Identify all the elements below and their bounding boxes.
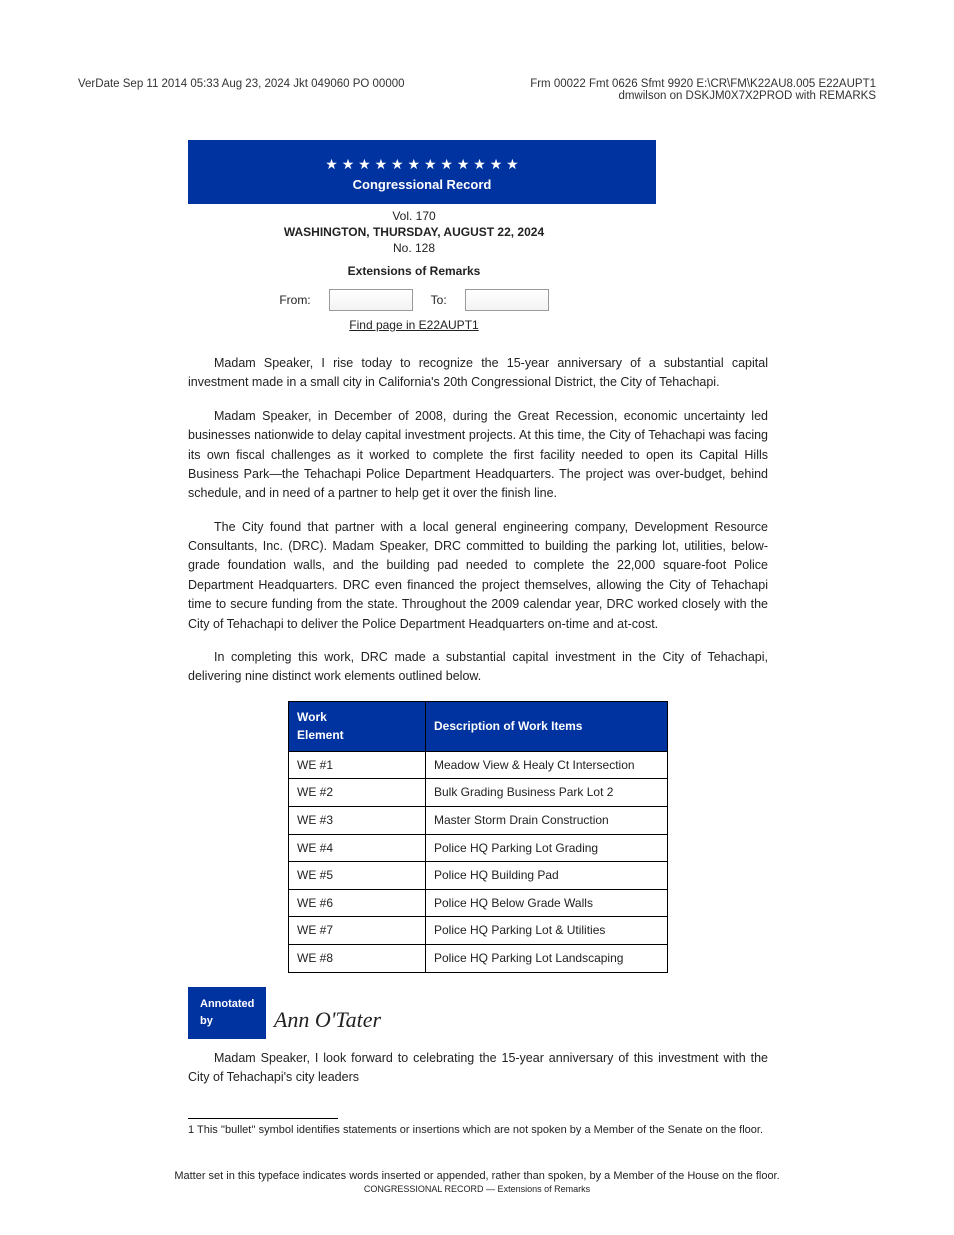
paragraph-2: Madam Speaker, in December of 2008, duri… — [188, 407, 768, 504]
table-row: WE #2Bulk Grading Business Park Lot 2 — [289, 779, 668, 807]
from-label: From: — [279, 292, 310, 308]
banner-title: Congressional Record — [196, 177, 648, 192]
footnote-text: This ''bullet'' symbol identifies statem… — [197, 1124, 763, 1136]
subheader: Vol. 170 WASHINGTON, THURSDAY, AUGUST 22… — [188, 208, 640, 333]
closing-paragraph: Madam Speaker, I look forward to celebra… — [188, 1049, 768, 1088]
issue-number: No. 128 — [188, 240, 640, 256]
th-description: Description of Work Items — [426, 701, 668, 751]
running-header-left: VerDate Sep 11 2014 05:33 Aug 23, 2024 J… — [78, 78, 405, 102]
footer-line-1: Matter set in this typeface indicates wo… — [174, 1170, 779, 1182]
annotation-label: Annotatedby — [188, 987, 266, 1039]
footnote-marker: 1 — [188, 1124, 194, 1136]
annotation-signature: Ann O'Tater — [274, 1003, 381, 1037]
running-header-right-1: Frm 00022 Fmt 0626 Sfmt 9920 E:\CR\FM\K2… — [530, 78, 876, 90]
to-input[interactable] — [465, 289, 549, 311]
table-row: WE #7Police HQ Parking Lot & Utilities — [289, 917, 668, 945]
dateline: WASHINGTON, THURSDAY, AUGUST 22, 2024 — [188, 224, 640, 240]
table-row: WE #8Police HQ Parking Lot Landscaping — [289, 944, 668, 972]
section-title: Extensions of Remarks — [188, 263, 640, 279]
footnote: 1 This ''bullet'' symbol identifies stat… — [188, 1118, 768, 1138]
table-row: WE #4Police HQ Parking Lot Grading — [289, 834, 668, 862]
page-range-form: From: To: — [188, 289, 640, 311]
running-header-right-2: dmwilson on DSKJM0X7X2PROD with REMARKS — [618, 90, 876, 102]
table-row: WE #3Master Storm Drain Construction — [289, 807, 668, 835]
paragraph-1: Madam Speaker, I rise today to recognize… — [188, 354, 768, 393]
work-elements-table: WorkElement Description of Work Items WE… — [288, 701, 668, 973]
to-label: To: — [431, 292, 447, 308]
footer-line-2: CONGRESSIONAL RECORD — Extensions of Rem… — [0, 1184, 954, 1194]
running-header: VerDate Sep 11 2014 05:33 Aug 23, 2024 J… — [78, 78, 876, 102]
find-page-link[interactable]: Find page in E22AUPT1 — [349, 317, 478, 333]
page-footer: Matter set in this typeface indicates wo… — [0, 1170, 954, 1194]
banner-stars: ★ ★ ★ ★ ★ ★ ★ ★ ★ ★ ★ ★ — [196, 156, 648, 173]
annotation-block: Annotatedby Ann O'Tater — [188, 987, 768, 1039]
from-input[interactable] — [329, 289, 413, 311]
paragraph-table-intro: In completing this work, DRC made a subs… — [188, 648, 768, 687]
body: Madam Speaker, I rise today to recognize… — [188, 354, 768, 1101]
footnote-rule — [188, 1118, 338, 1119]
paragraph-3: The City found that partner with a local… — [188, 518, 768, 634]
table-row: WE #5Police HQ Building Pad — [289, 862, 668, 890]
table-row: WE #6Police HQ Below Grade Walls — [289, 889, 668, 917]
running-header-right: Frm 00022 Fmt 0626 Sfmt 9920 E:\CR\FM\K2… — [530, 78, 876, 102]
table-row: WE #1Meadow View & Healy Ct Intersection — [289, 751, 668, 779]
title-banner: ★ ★ ★ ★ ★ ★ ★ ★ ★ ★ ★ ★ Congressional Re… — [188, 140, 656, 204]
th-work-element: WorkElement — [289, 701, 426, 751]
volume-line: Vol. 170 — [188, 208, 640, 224]
